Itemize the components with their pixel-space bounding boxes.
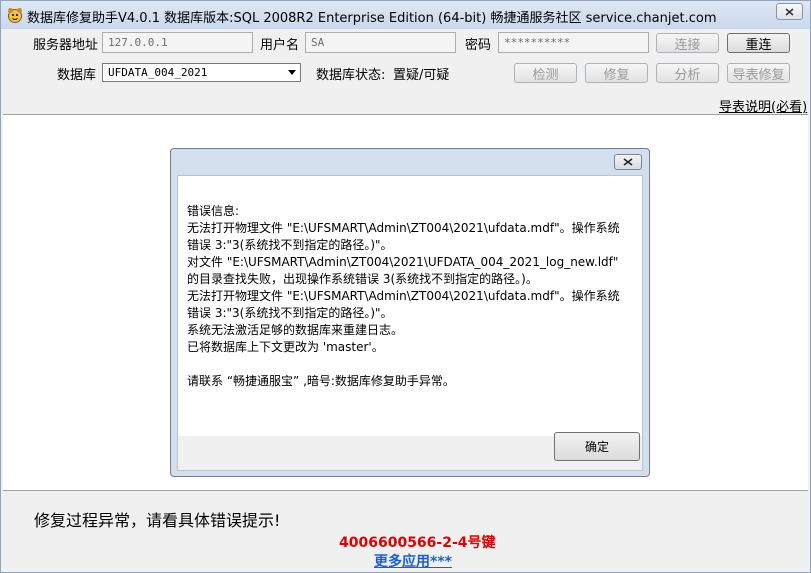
reconnect-button[interactable]: 重连 (727, 33, 790, 53)
repair-button[interactable]: 修复 (585, 63, 648, 83)
ok-button[interactable]: 确定 (554, 432, 640, 461)
error-line: 错误 3:"3(系统找不到指定的路径。)"。 (187, 306, 393, 320)
password-label: 密码 (465, 38, 492, 53)
import-help-link[interactable]: 导表说明(必看) (719, 96, 807, 115)
error-line: 的目录查找失败，出现操作系统错误 3(系统找不到指定的路径。)。 (187, 272, 538, 286)
server-address-input[interactable]: 127.0.0.1 (102, 32, 253, 53)
hotline-number: 4006600566-2-4号键 (339, 535, 496, 551)
database-select[interactable]: UFDATA_004_2021 (102, 63, 301, 82)
app-logo-icon (8, 8, 22, 23)
dialog-message-area: 错误信息: 无法打开物理文件 "E:\UFSMART\Admin\ZT004\2… (178, 176, 642, 436)
dialog-body: 错误信息: 无法打开物理文件 "E:\UFSMART\Admin\ZT004\2… (177, 175, 643, 471)
analyze-button[interactable]: 分析 (656, 63, 719, 83)
db-status-label: 数据库状态: (316, 68, 386, 83)
window-title: 数据库修复助手V4.0.1 数据库版本:SQL 2008R2 Enterpris… (27, 11, 717, 26)
username-label: 用户名 (260, 38, 300, 53)
error-line: 已将数据库上下文更改为 'master'。 (187, 340, 384, 354)
close-icon (785, 7, 794, 16)
username-input[interactable]: SA (305, 32, 456, 53)
import-repair-button[interactable]: 导表修复 (727, 63, 790, 83)
contact-line: 请联系 “畅捷通服宝” ,暗号:数据库修复助手异常。 (187, 374, 455, 388)
db-status-value: 置疑/可疑 (393, 68, 450, 83)
error-line: 错误信息: (187, 204, 240, 218)
error-line: 无法打开物理文件 "E:\UFSMART\Admin\ZT004\2021\uf… (187, 221, 620, 235)
chevron-down-icon[interactable] (288, 70, 296, 75)
error-dialog: 错误信息: 无法打开物理文件 "E:\UFSMART\Admin\ZT004\2… (170, 148, 650, 477)
main-window: 数据库修复助手V4.0.1 数据库版本:SQL 2008R2 Enterpris… (0, 0, 811, 573)
dialog-close-button[interactable] (614, 154, 642, 170)
error-line: 对文件 "E:\UFSMART\Admin\ZT004\2021\UFDATA_… (187, 255, 619, 269)
database-label: 数据库 (57, 68, 97, 83)
more-apps-link[interactable]: 更多应用*** (374, 551, 452, 571)
check-button[interactable]: 检测 (514, 63, 577, 83)
close-icon (623, 158, 633, 166)
database-select-value: UFDATA_004_2021 (108, 66, 208, 79)
server-address-label: 服务器地址 (33, 38, 99, 53)
connect-button[interactable]: 连接 (656, 33, 719, 53)
title-bar: 数据库修复助手V4.0.1 数据库版本:SQL 2008R2 Enterpris… (1, 1, 810, 29)
window-close-button[interactable] (776, 3, 803, 20)
repair-status-message: 修复过程异常，请看具体错误提示! (34, 511, 281, 530)
error-line: 系统无法激活足够的数据库来重建日志。 (187, 323, 404, 337)
error-line: 错误 3:"3(系统找不到指定的路径。)"。 (187, 238, 393, 252)
password-input[interactable]: ********** (498, 32, 649, 53)
error-line: 无法打开物理文件 "E:\UFSMART\Admin\ZT004\2021\uf… (187, 289, 620, 303)
